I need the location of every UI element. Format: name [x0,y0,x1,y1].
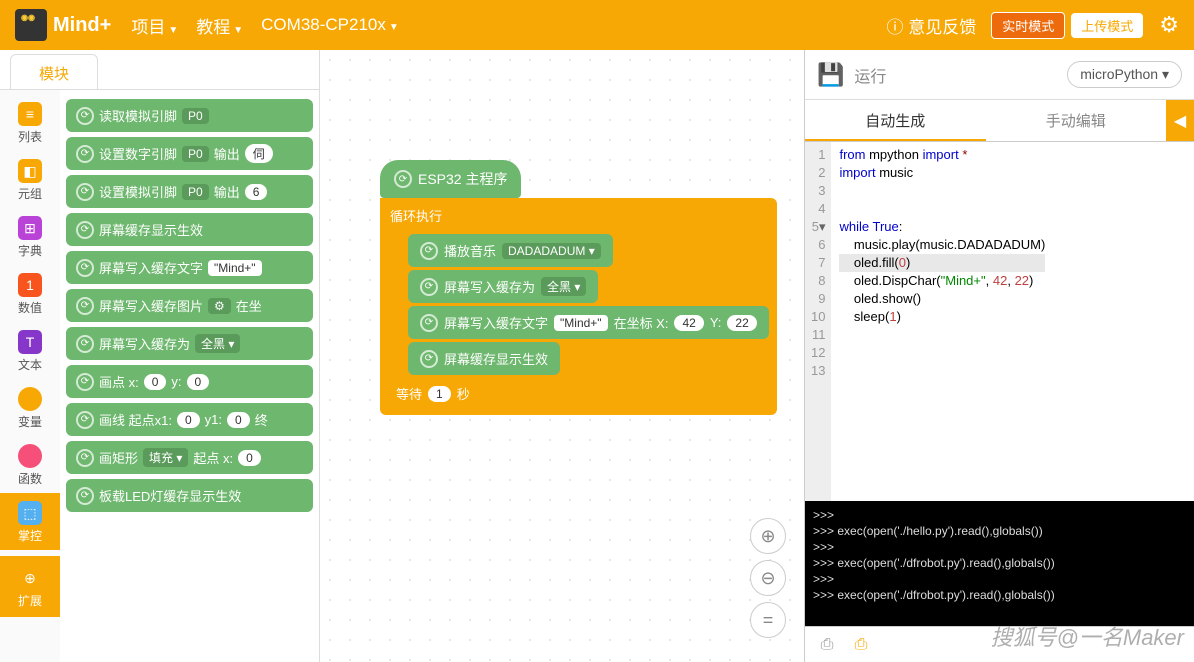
cat-tuple[interactable]: ◧元组 [0,151,60,208]
run-label[interactable]: 运行 [854,63,1057,87]
logo-icon [15,9,47,41]
right-toolbar: 💾 运行 microPython ▾ [805,50,1194,100]
cat-var[interactable]: 变量 [0,379,60,436]
menu-tutorial[interactable]: 教程▼ [196,13,243,38]
block-play-music[interactable]: ⟳播放音乐DADADADUM ▾ [408,234,613,267]
block-draw-rect[interactable]: ⟳画矩形填充 ▾起点 x:0 [66,441,313,474]
block-draw-point[interactable]: ⟳画点 x:0y:0 [66,365,313,398]
save-icon[interactable]: 💾 [817,62,844,88]
line-gutter: 12345▾678910111213 [805,142,831,501]
workspace-canvas[interactable]: ⟳ESP32 主程序 循环执行 ⟳播放音乐DADADADUM ▾ ⟳屏幕写入缓存… [320,50,804,662]
logo-text: Mind+ [53,14,111,37]
tab-auto-generate[interactable]: 自动生成 [805,100,986,141]
block-draw-line[interactable]: ⟳画线 起点x1:0y1:0终 [66,403,313,436]
zoom-reset-button[interactable]: = [750,602,786,638]
category-column: ≡列表 ◧元组 ⊞字典 1数值 T文本 变量 函数 ⬚掌控 ⊕扩展 [0,90,60,662]
cat-ctrl[interactable]: ⬚掌控 [0,493,60,550]
bottom-bar: ⎙ ⎙ [805,626,1194,662]
cat-dict[interactable]: ⊞字典 [0,208,60,265]
code-editor: 12345▾678910111213 from mpython import *… [805,142,1194,501]
block-display-fill[interactable]: ⟳屏幕写入缓存为全黑 ▾ [66,327,313,360]
usb-active-icon[interactable]: ⎙ [849,633,873,657]
block-read-analog[interactable]: ⟳读取模拟引脚P0 [66,99,313,132]
code-tabs: 自动生成 手动编辑 ◀ [805,100,1194,142]
menu-project[interactable]: 项目▼ [131,13,178,38]
port-selector[interactable]: COM38-CP210x▼ [261,15,399,35]
cat-text[interactable]: T文本 [0,322,60,379]
realtime-mode-button[interactable]: 实时模式 [991,12,1065,39]
tab-manual-edit[interactable]: 手动编辑 [986,100,1167,141]
block-display-show[interactable]: ⟳屏幕缓存显示生效 [66,213,313,246]
collapse-icon[interactable]: ◀ [1166,100,1194,141]
usb-icon[interactable]: ⎙ [815,633,839,657]
zoom-controls: ⊕ ⊖ = [750,512,786,644]
block-show[interactable]: ⟳屏幕缓存显示生效 [408,342,560,375]
zoom-in-button[interactable]: ⊕ [750,518,786,554]
language-selector[interactable]: microPython ▾ [1067,61,1182,88]
block-display-text[interactable]: ⟳屏幕写入缓存文字"Mind+" [66,251,313,284]
block-fill[interactable]: ⟳屏幕写入缓存为全黑 ▾ [408,270,598,303]
tab-blocks[interactable]: 模块 [10,54,98,89]
block-set-digital[interactable]: ⟳设置数字引脚P0输出伺 [66,137,313,170]
cat-ext[interactable]: ⊕扩展 [0,556,60,617]
gear-icon[interactable]: ⚙ [1159,12,1179,38]
loop-block[interactable]: 循环执行 ⟳播放音乐DADADADUM ▾ ⟳屏幕写入缓存为全黑 ▾ ⟳屏幕写入… [380,198,777,415]
block-led-show[interactable]: ⟳板载LED灯缓存显示生效 [66,479,313,512]
cat-func[interactable]: 函数 [0,436,60,493]
zoom-out-button[interactable]: ⊖ [750,560,786,596]
hat-block[interactable]: ⟳ESP32 主程序 [380,160,521,198]
code-content: from mpython import * import music while… [831,142,1053,501]
cat-num[interactable]: 1数值 [0,265,60,322]
feedback-link[interactable]: ⓘ 意见反馈 [887,13,977,38]
logo: Mind+ [15,9,111,41]
upload-mode-button[interactable]: 上传模式 [1071,13,1143,38]
block-wait[interactable]: 等待1秒 [386,378,480,409]
left-tabs: 模块 [0,50,319,90]
block-set-analog[interactable]: ⟳设置模拟引脚P0输出6 [66,175,313,208]
block-list: ⟳读取模拟引脚P0 ⟳设置数字引脚P0输出伺 ⟳设置模拟引脚P0输出6 ⟳屏幕缓… [60,90,319,662]
cat-list[interactable]: ≡列表 [0,94,60,151]
block-display-image[interactable]: ⟳屏幕写入缓存图片⚙在坐 [66,289,313,322]
top-bar: Mind+ 项目▼ 教程▼ COM38-CP210x▼ ⓘ 意见反馈 实时模式 … [0,0,1194,50]
program-stack[interactable]: ⟳ESP32 主程序 循环执行 ⟳播放音乐DADADADUM ▾ ⟳屏幕写入缓存… [380,160,777,415]
block-text-at[interactable]: ⟳屏幕写入缓存文字"Mind+"在坐标 X:42Y:22 [408,306,769,339]
console-output[interactable]: >>> >>> exec(open('./hello.py').read(),g… [805,501,1194,626]
